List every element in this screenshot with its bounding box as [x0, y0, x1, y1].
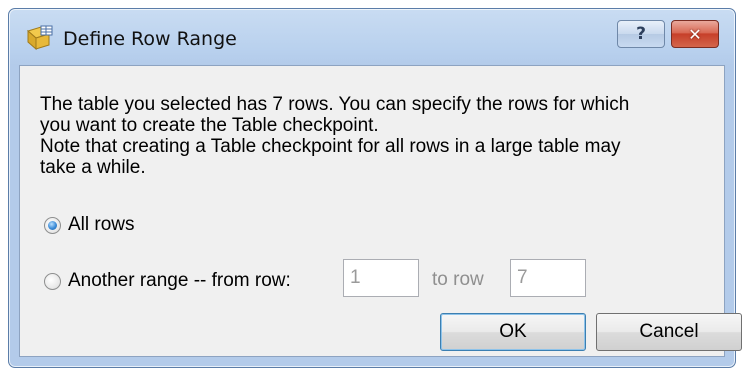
to-row-input[interactable] [510, 259, 586, 297]
all-rows-option[interactable]: All rows [44, 214, 135, 236]
to-row-label: to row [432, 269, 484, 290]
define-row-range-dialog: Define Row Range ? ✕ The table you selec… [8, 8, 742, 368]
help-icon: ? [636, 24, 646, 44]
all-rows-label: All rows [68, 214, 135, 235]
from-row-input[interactable] [343, 259, 419, 297]
all-rows-radio[interactable] [44, 216, 61, 234]
dialog-title: Define Row Range [63, 28, 237, 50]
message-line: take a while. [40, 157, 146, 178]
help-button[interactable]: ? [617, 20, 665, 48]
dialog-client-area: The table you selected has 7 rows. You c… [19, 65, 742, 357]
table-checkpoint-icon [25, 25, 55, 51]
info-message: The table you selected has 7 rows. You c… [40, 94, 730, 178]
another-range-radio[interactable] [44, 272, 61, 290]
close-button[interactable]: ✕ [671, 20, 719, 48]
message-line: The table you selected has 7 rows. You c… [40, 94, 630, 115]
ok-button[interactable]: OK [440, 313, 586, 351]
message-line: you want to create the Table checkpoint. [40, 115, 379, 136]
cancel-button[interactable]: Cancel [596, 313, 742, 351]
message-line: Note that creating a Table checkpoint fo… [40, 136, 621, 157]
another-range-option[interactable]: Another range -- from row: [44, 270, 291, 292]
title-bar[interactable]: Define Row Range ? ✕ [9, 9, 735, 65]
close-icon: ✕ [688, 24, 702, 44]
another-range-label: Another range -- from row: [68, 270, 291, 291]
